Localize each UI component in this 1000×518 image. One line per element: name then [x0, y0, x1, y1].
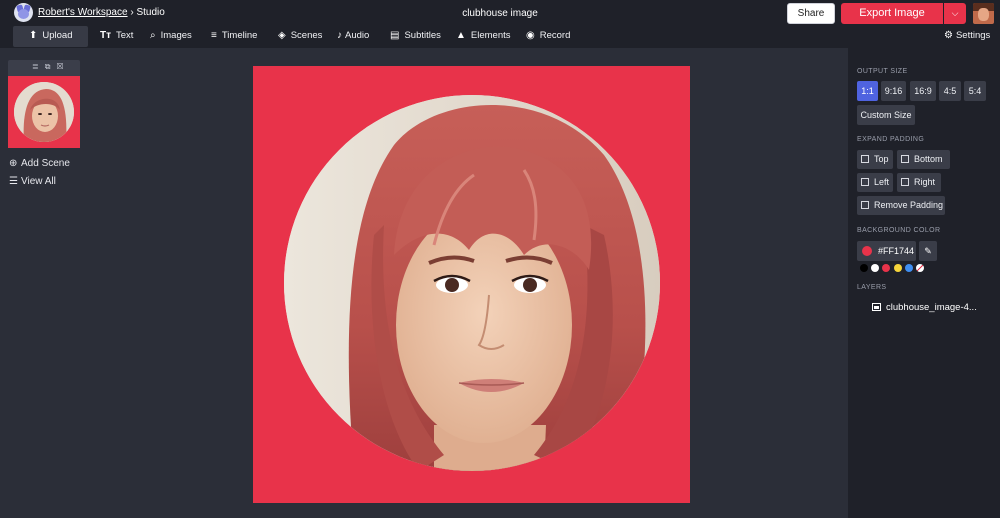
background-color-title: BACKGROUND COLOR [857, 227, 941, 234]
shapes-icon: ▲ [456, 30, 466, 41]
toolbar-text[interactable]: Tᴛ Text [100, 26, 133, 46]
toolbar-label: Timeline [221, 30, 258, 41]
toolbar-label: Record [539, 30, 571, 41]
toolbar-label: Images [160, 30, 192, 41]
toolbar-scenes[interactable]: ◈ Scenes [278, 26, 322, 46]
toolbar-images[interactable]: ⌕ Images [150, 26, 192, 46]
toolbar-subtitles[interactable]: ▤ Subtitles [390, 26, 441, 46]
properties-panel: OUTPUT SIZE 1:1 9:16 16:9 4:5 5:4 Custom… [848, 48, 1000, 518]
remove-padding-label: Remove Padding [874, 200, 944, 210]
add-scene-label: Add Scene [21, 158, 70, 169]
padding-top-toggle[interactable]: Top [857, 150, 893, 169]
trash-icon[interactable]: ☒ [56, 62, 69, 71]
output-size-title: OUTPUT SIZE [857, 68, 908, 75]
swatch-white[interactable] [871, 264, 879, 272]
layers-title: LAYERS [857, 284, 887, 291]
toolbar-label: Scenes [290, 30, 323, 41]
expand-padding-title: EXPAND PADDING [857, 136, 925, 143]
size-5-4-button[interactable]: 5:4 [964, 81, 986, 101]
thumbnail-portrait [14, 82, 74, 142]
current-color-swatch [862, 246, 872, 256]
eyedropper-button[interactable]: ✎ [919, 241, 937, 261]
toolbar-label: Text [116, 30, 134, 41]
user-avatar[interactable] [973, 3, 994, 24]
toolbar-record[interactable]: ◉ Record [526, 26, 570, 46]
list-icon: ☰ [9, 176, 18, 187]
toolbar-timeline[interactable]: ≡ Timeline [211, 26, 257, 46]
layer-item[interactable]: clubhouse_image-4... [872, 302, 977, 313]
toolbar-label: Subtitles [404, 30, 441, 41]
toolbar-label: Settings [955, 30, 991, 41]
plus-circle-icon: ⊕ [9, 158, 18, 169]
size-16-9-button[interactable]: 16:9 [910, 81, 936, 101]
gear-icon: ⚙ [944, 30, 953, 41]
eyedropper-icon: ✎ [924, 246, 932, 256]
padding-left-toggle[interactable]: Left [857, 173, 893, 192]
layers-icon: ◈ [278, 30, 286, 41]
scene-thumbnail[interactable] [8, 76, 80, 148]
music-note-icon: ♪ [337, 30, 342, 41]
swatch-red[interactable] [882, 264, 890, 272]
toolbar-label: Audio [345, 30, 370, 41]
size-9-16-button[interactable]: 9:16 [881, 81, 906, 101]
padding-top-label: Top [874, 154, 889, 164]
add-scene-button[interactable]: ⊕ Add Scene [9, 158, 70, 169]
chevron-down-icon: ⌵ [951, 8, 959, 18]
checkbox[interactable] [901, 178, 909, 186]
timeline-icon: ≡ [211, 30, 217, 41]
portrait-image[interactable] [284, 95, 660, 471]
checkbox[interactable] [901, 155, 909, 163]
export-image-button[interactable]: Export Image [841, 3, 943, 24]
swatch-yellow[interactable] [894, 264, 902, 272]
swatch-blue[interactable] [905, 264, 913, 272]
image-icon [872, 303, 881, 311]
background-hex-value: #FF1744 [878, 246, 915, 256]
scene-card[interactable]: ≣⧉☒ [8, 60, 80, 148]
main-toolbar: ⬆ Upload Tᴛ Text ⌕ Images ≡ Timeline ◈ Scenes… [0, 26, 1000, 48]
size-1-1-button[interactable]: 1:1 [857, 81, 878, 101]
view-all-button[interactable]: ☰ View All [9, 176, 56, 187]
padding-bottom-toggle[interactable]: Bottom [897, 150, 950, 169]
duplicate-icon[interactable]: ⧉ [45, 62, 57, 71]
toolbar-label: Elements [470, 30, 511, 41]
remove-padding-toggle[interactable]: Remove Padding [857, 196, 945, 215]
view-all-label: View All [21, 176, 56, 187]
toolbar-audio[interactable]: ♪ Audio [337, 26, 369, 46]
padding-right-label: Right [914, 177, 936, 187]
scenes-panel: ≣⧉☒ ⊕ Add Scene ☰ View All [0, 48, 88, 518]
toolbar-label: Upload [42, 30, 73, 41]
export-dropdown-button[interactable]: ⌵ [944, 3, 966, 24]
size-4-5-button[interactable]: 4:5 [939, 81, 961, 101]
padding-bottom-label: Bottom [914, 154, 943, 164]
top-bar: Robert's Workspace › Studio clubhouse im… [0, 0, 1000, 26]
scene-actions: ≣⧉☒ [32, 62, 70, 72]
swatch-black[interactable] [860, 264, 868, 272]
checkbox[interactable] [861, 201, 869, 209]
swatch-transparent[interactable] [916, 264, 924, 272]
toolbar-elements[interactable]: ▲ Elements [456, 26, 511, 46]
toolbar-upload[interactable]: ⬆ Upload [13, 26, 88, 47]
background-color-input[interactable]: #FF1744 [857, 241, 916, 261]
padding-right-toggle[interactable]: Right [897, 173, 941, 192]
checkbox[interactable] [861, 155, 869, 163]
editor-canvas[interactable] [253, 66, 690, 503]
subtitles-icon: ▤ [390, 30, 400, 41]
reorder-icon[interactable]: ≣ [32, 62, 45, 71]
padding-left-label: Left [874, 177, 890, 187]
toolbar-settings[interactable]: ⚙ Settings [944, 26, 990, 46]
share-button[interactable]: Share [787, 3, 835, 24]
search-icon: ⌕ [150, 30, 156, 41]
custom-size-button[interactable]: Custom Size [857, 105, 915, 125]
layer-name: clubhouse_image-4... [886, 302, 977, 313]
record-icon: ◉ [526, 30, 535, 41]
checkbox[interactable] [861, 178, 869, 186]
upload-icon: ⬆ [29, 30, 38, 41]
text-icon: Tᴛ [100, 30, 112, 41]
